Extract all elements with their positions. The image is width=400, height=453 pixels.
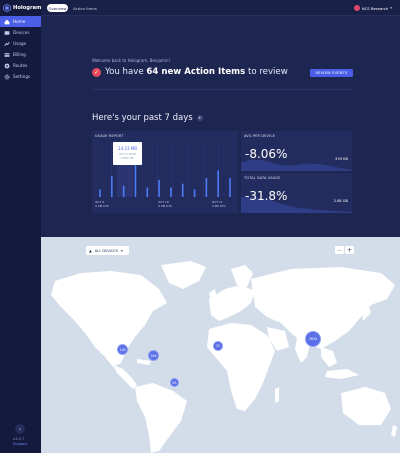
devices-icon [4, 30, 10, 36]
world-map [51, 261, 397, 453]
action-items-text: You have 64 new Action Items to review [105, 67, 288, 77]
support-link[interactable]: Support [13, 442, 27, 447]
map-marker[interactable]: 63 [170, 378, 179, 387]
chevron-down-icon: ▾ [390, 6, 392, 10]
sidebar-item-routes[interactable]: Routes [0, 60, 41, 71]
sidebar-item-billing[interactable]: Billing [0, 49, 41, 60]
map-marker[interactable]: 22 [213, 341, 223, 351]
sidebar-item-home[interactable]: Home [0, 16, 41, 27]
sidebar-item-usage[interactable]: Usage [0, 38, 41, 49]
sidebar-item-settings[interactable]: Settings [0, 71, 41, 82]
period-selector[interactable]: Here's your past 7 days ▾ [92, 113, 203, 123]
sidebar-item-label: Usage [13, 41, 27, 46]
divider [92, 89, 352, 90]
x-axis-label: OCT 11 4 PM UTC [212, 200, 226, 208]
usage-bar[interactable] [181, 183, 184, 197]
app-name: Hologram [13, 5, 42, 11]
usage-icon [4, 41, 10, 47]
sidebar-nav: Home Devices Usage Billing Routes Settin… [0, 16, 41, 82]
all-devices-label: ALL DEVICES [94, 248, 118, 253]
x-label-time: 4 AM UTC [95, 203, 109, 208]
billing-icon [4, 52, 10, 58]
tooltip-date: OCT 5 2018 3 PM UTC [115, 152, 140, 160]
usage-bar[interactable] [229, 178, 231, 197]
sidebar-item-label: Routes [13, 63, 28, 68]
avg-per-device-card: AVG PER DEVICE -8.06% 593 KB [241, 131, 352, 171]
total-data-usage-label: TOTAL DATA USAGE [244, 176, 281, 180]
org-switcher[interactable]: NCS Research ▾ [353, 4, 392, 12]
usage-bar[interactable] [111, 176, 113, 197]
tooltip-value: 14.23 MB [118, 146, 137, 151]
usage-bar[interactable] [170, 187, 172, 198]
chevron-left-icon: ‹ [18, 425, 22, 433]
org-name: NCS Research [361, 5, 389, 11]
total-data-usage-value: -31.8% [245, 189, 288, 203]
action-items-count: 64 new Action Items [146, 67, 246, 77]
total-data-usage-card: TOTAL DATA USAGE -31.8% 2.48 GB [241, 173, 352, 213]
usage-tooltip: 14.23 MB OCT 5 2018 3 PM UTC [113, 142, 142, 165]
action-items-prefix: You have [105, 67, 147, 77]
home-icon [4, 19, 10, 25]
map-marker[interactable]: 264 [148, 350, 159, 361]
action-items-suffix: to review [245, 67, 288, 77]
chevron-down-icon: ▾ [121, 248, 123, 253]
x-label-time: 4 AM UTC [158, 203, 172, 208]
map-marker[interactable]: 2634 [305, 331, 321, 347]
top-bar: Overview Action Items NCS Research ▾ [41, 0, 400, 16]
chevron-down-icon: ▾ [196, 115, 203, 121]
x-axis-label: OCT 10 4 AM UTC [158, 200, 172, 208]
total-data-usage-sub: 2.48 GB [333, 199, 348, 203]
usage-bar[interactable] [193, 189, 196, 197]
org-avatar [353, 5, 360, 11]
usage-bar[interactable] [205, 178, 208, 197]
avg-per-device-value: -8.06% [245, 147, 288, 161]
check-icon: ✓ [92, 67, 101, 77]
usage-bar[interactable] [158, 179, 160, 197]
sidebar-item-label: Billing [13, 52, 26, 57]
usage-report-title: USAGE REPORT [95, 134, 124, 138]
device-map[interactable]: ▲ ALL DEVICES ▾ − + 128 264 22 2634 63 [41, 237, 400, 453]
usage-bar[interactable] [134, 164, 137, 197]
sidebar-item-devices[interactable]: Devices [0, 27, 41, 38]
usage-bar[interactable] [217, 170, 219, 197]
all-devices-filter[interactable]: ▲ ALL DEVICES ▾ [86, 246, 129, 255]
zoom-out-button[interactable]: − [335, 246, 344, 254]
tab-action-items[interactable]: Action Items [71, 4, 99, 12]
usage-bar[interactable] [122, 185, 125, 197]
collapse-sidebar-button[interactable]: ‹ [15, 424, 25, 434]
logo[interactable]: Hologram [3, 4, 41, 12]
sidebar-item-label: Devices [13, 30, 30, 35]
hologram-logo-icon [3, 4, 11, 12]
action-items-summary: ✓ You have 64 new Action Items to review [92, 67, 288, 77]
usage-bar[interactable] [99, 189, 101, 197]
tooltip-time-line: 3 PM UTC [120, 155, 135, 160]
routes-icon [4, 63, 10, 69]
x-label-time: 4 PM UTC [212, 203, 226, 208]
gear-icon [4, 74, 10, 80]
sidebar-item-label: Home [13, 19, 26, 24]
tab-overview[interactable]: Overview [47, 4, 68, 12]
sidebar: Hologram Home Devices Usage Billing Rout… [0, 0, 41, 453]
usage-bar[interactable] [146, 187, 149, 198]
avg-per-device-label: AVG PER DEVICE [244, 134, 276, 138]
devices-filter-icon: ▲ [89, 248, 92, 253]
zoom-in-button[interactable]: + [345, 246, 354, 254]
sidebar-item-label: Settings [13, 74, 31, 79]
avg-per-device-sub: 593 KB [335, 157, 348, 161]
map-marker[interactable]: 128 [117, 344, 128, 355]
version-info: v3.0.7 Support [13, 437, 27, 446]
x-axis-label: OCT 9 4 AM UTC [95, 200, 109, 208]
welcome-message: Welcome back to Hologram, Benjamin! [92, 58, 171, 63]
review-events-button[interactable]: REVIEW EVENTS [310, 69, 353, 77]
period-label: Here's your past 7 days [92, 113, 193, 123]
